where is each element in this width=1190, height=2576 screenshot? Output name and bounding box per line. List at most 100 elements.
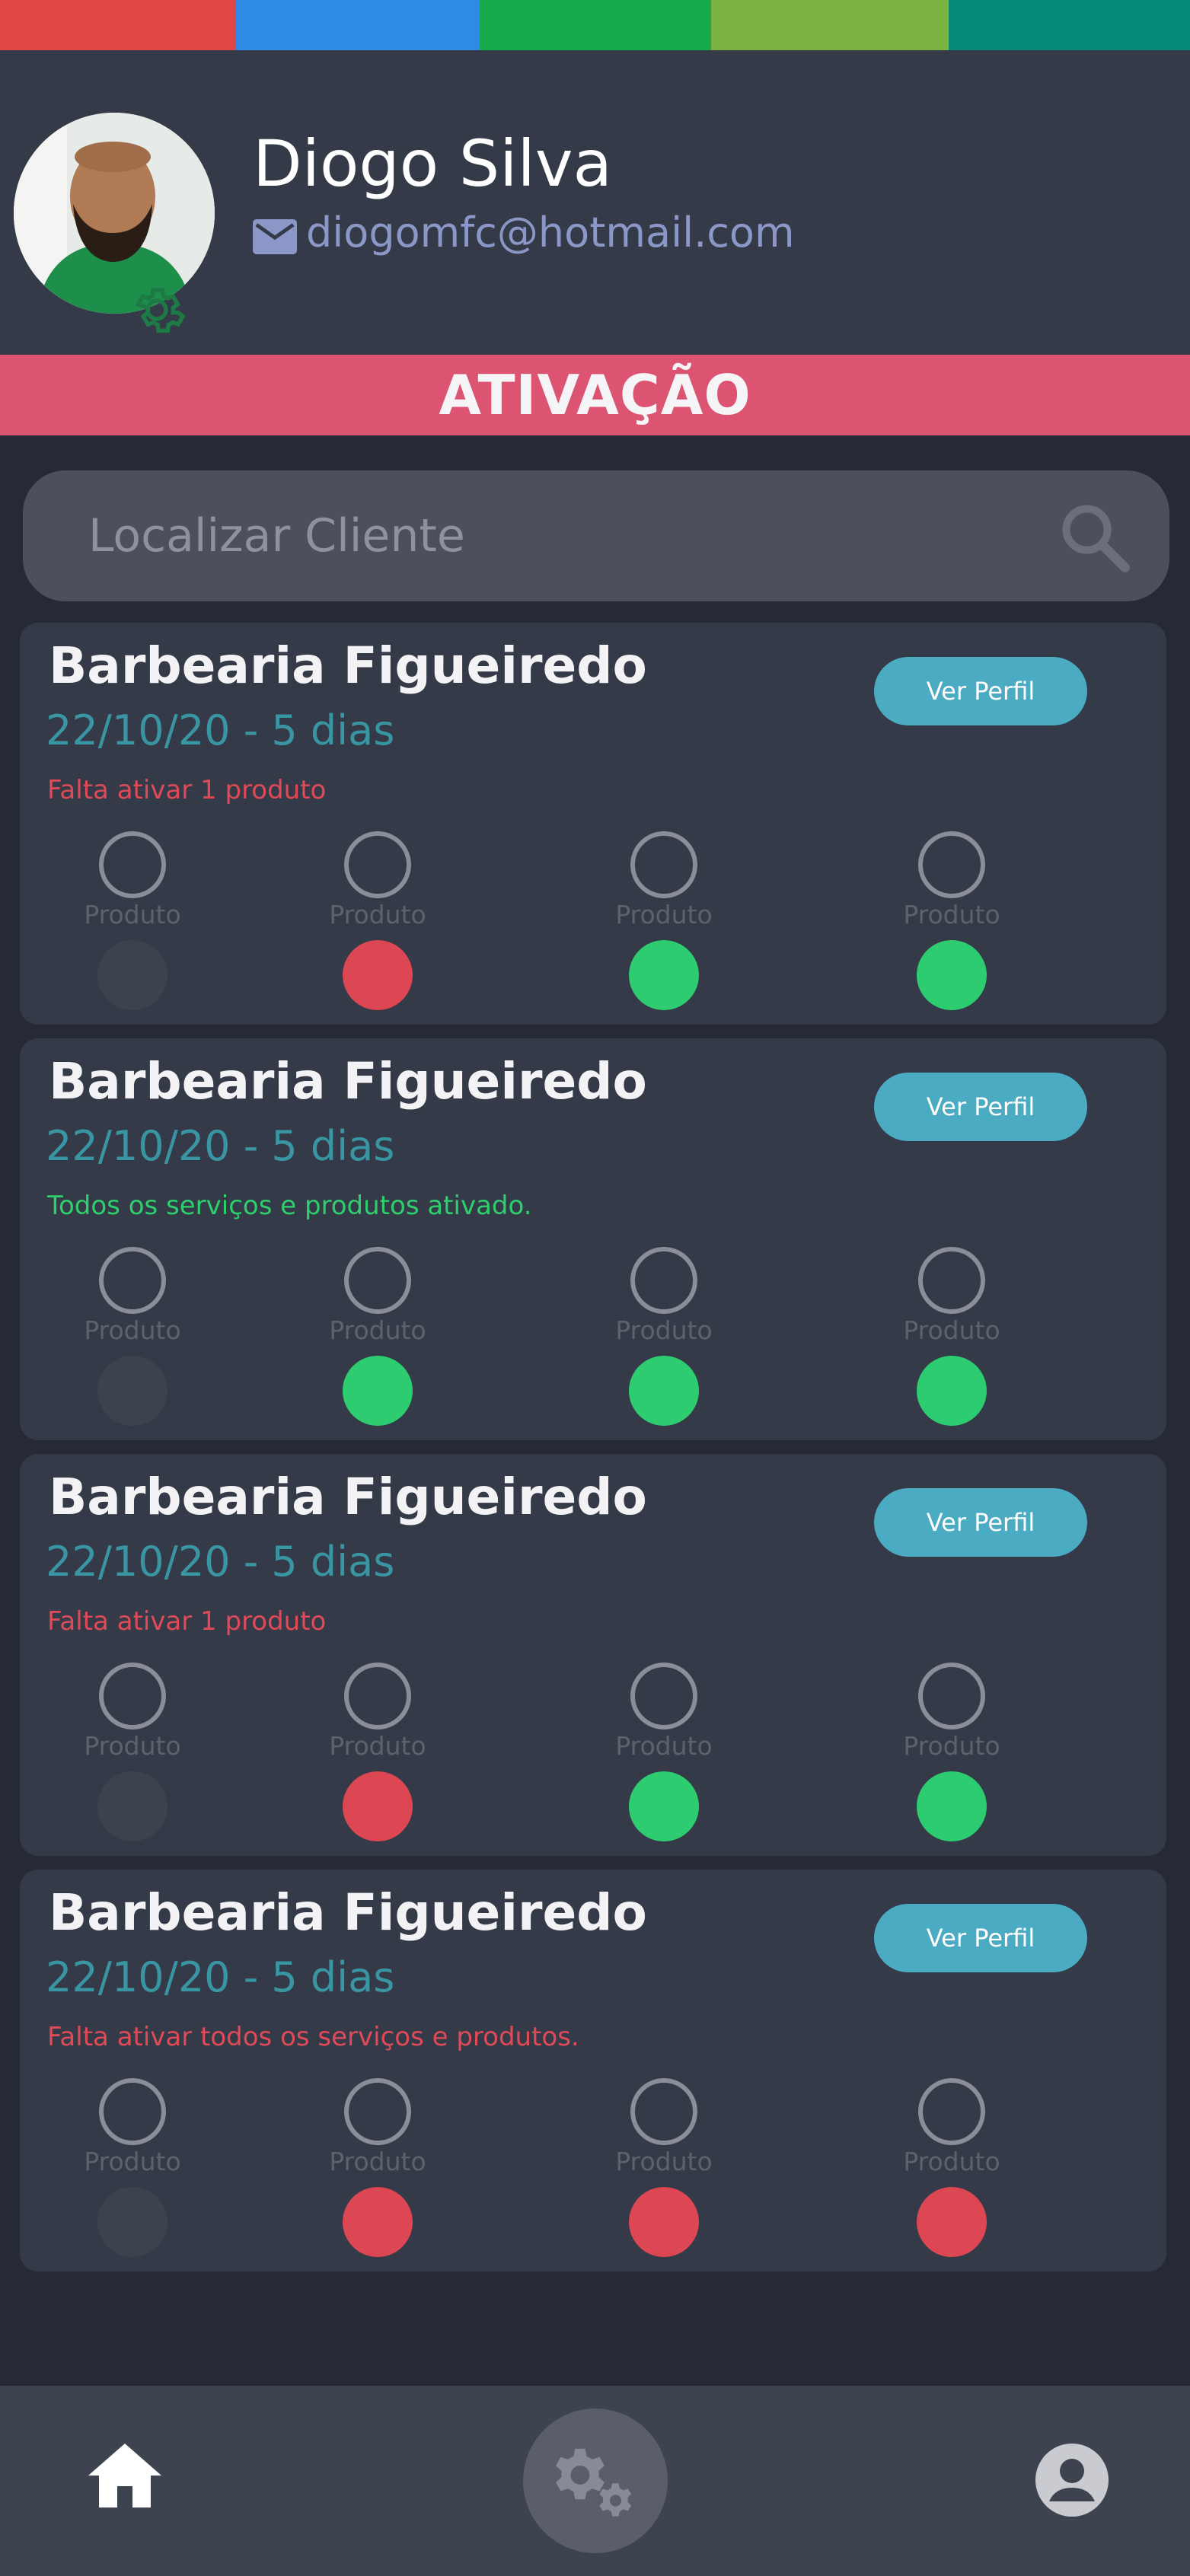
product-status-indicator: [629, 1356, 699, 1426]
product-label: Produto: [903, 1731, 1000, 1761]
product-logo-icon: [630, 2078, 697, 2145]
client-name: Barbearia Figueiredo: [49, 636, 647, 695]
client-card: Barbearia Figueiredo 22/10/20 - 5 dias Fal…: [20, 623, 1166, 1025]
activation-status: Falta ativar 1 produto: [47, 1606, 327, 1637]
product-status-indicator: [343, 940, 413, 1010]
product-logo-icon: [630, 831, 697, 898]
product-logo-icon: [918, 1247, 985, 1314]
product-logo-icon: [630, 1247, 697, 1314]
search-input[interactable]: [88, 505, 1002, 566]
product-item[interactable]: Produto: [79, 831, 186, 1014]
product-label: Produto: [615, 900, 713, 929]
client-name: Barbearia Figueiredo: [49, 1052, 647, 1111]
product-status-indicator: [97, 940, 167, 1010]
activation-status: Todos os serviços e produtos ativado.: [47, 1191, 532, 1221]
user-email: diogomfc@hotmail.com: [306, 209, 795, 257]
product-logo-icon: [630, 1663, 697, 1730]
product-label: Produto: [903, 1315, 1000, 1345]
settings-nav-button[interactable]: [523, 2409, 668, 2553]
product-logo-icon: [99, 1247, 166, 1314]
product-item[interactable]: Produto: [324, 2078, 431, 2261]
product-item[interactable]: Produto: [611, 831, 717, 1014]
product-label: Produto: [903, 2147, 1000, 2176]
product-label: Produto: [329, 900, 426, 929]
search-icon[interactable]: [1057, 499, 1133, 575]
product-label: Produto: [329, 2147, 426, 2176]
product-logo-icon: [99, 1663, 166, 1730]
strip-segment-lime: [711, 0, 949, 50]
gear-icon[interactable]: [126, 279, 188, 341]
product-logo-icon: [344, 1663, 411, 1730]
strip-segment-green: [480, 0, 711, 50]
product-label: Produto: [84, 1731, 181, 1761]
client-date: 22/10/20 - 5 dias: [46, 706, 395, 754]
bottom-nav: [0, 2386, 1190, 2576]
product-status-indicator: [917, 1771, 987, 1841]
product-item[interactable]: Produto: [611, 1663, 717, 1845]
product-label: Produto: [84, 2147, 181, 2176]
user-name: Diogo Silva: [253, 126, 613, 201]
product-label: Produto: [84, 900, 181, 929]
product-item[interactable]: Produto: [79, 2078, 186, 2261]
activation-status: Falta ativar todos os serviços e produto…: [47, 2022, 579, 2052]
section-title: ATIVAÇÃO: [439, 363, 751, 427]
product-label: Produto: [329, 1315, 426, 1345]
product-logo-icon: [918, 831, 985, 898]
product-label: Produto: [615, 1315, 713, 1345]
strip-segment-blue: [236, 0, 480, 50]
section-banner: ATIVAÇÃO: [0, 355, 1190, 435]
product-label: Produto: [615, 1731, 713, 1761]
product-item[interactable]: Produto: [611, 1247, 717, 1430]
product-label: Produto: [84, 1315, 181, 1345]
product-status-indicator: [97, 1356, 167, 1426]
product-status-indicator: [629, 1771, 699, 1841]
mail-icon: [253, 219, 297, 254]
view-profile-button[interactable]: Ver Perfil: [874, 1073, 1087, 1141]
client-name: Barbearia Figueiredo: [49, 1468, 647, 1526]
product-status-indicator: [629, 940, 699, 1010]
client-date: 22/10/20 - 5 dias: [46, 1122, 395, 1170]
view-profile-button[interactable]: Ver Perfil: [874, 657, 1087, 725]
product-logo-icon: [344, 1247, 411, 1314]
profile-header: Diogo Silva diogomfc@hotmail.com: [0, 50, 1190, 355]
product-status-indicator: [97, 2187, 167, 2257]
account-circle-icon[interactable]: [1035, 2444, 1109, 2517]
product-logo-icon: [99, 2078, 166, 2145]
product-label: Produto: [329, 1731, 426, 1761]
product-status-indicator: [97, 1771, 167, 1841]
product-item[interactable]: Produto: [79, 1663, 186, 1845]
product-item[interactable]: Produto: [324, 1663, 431, 1845]
product-label: Produto: [903, 900, 1000, 929]
search-bar: [23, 470, 1169, 601]
client-name: Barbearia Figueiredo: [49, 1883, 647, 1942]
product-status-indicator: [629, 2187, 699, 2257]
product-label: Produto: [615, 2147, 713, 2176]
view-profile-button[interactable]: Ver Perfil: [874, 1904, 1087, 1972]
activation-status: Falta ativar 1 produto: [47, 775, 327, 805]
gears-icon: [556, 2448, 632, 2517]
product-status-indicator: [343, 2187, 413, 2257]
product-status-indicator: [917, 2187, 987, 2257]
client-card: Barbearia Figueiredo 22/10/20 - 5 dias Fal…: [20, 1454, 1166, 1856]
strip-segment-teal: [949, 0, 1190, 50]
product-item[interactable]: Produto: [898, 1663, 1005, 1845]
product-item[interactable]: Produto: [324, 831, 431, 1014]
client-date: 22/10/20 - 5 dias: [46, 1538, 395, 1586]
home-icon[interactable]: [88, 2444, 161, 2507]
product-logo-icon: [918, 2078, 985, 2145]
product-item[interactable]: Produto: [898, 831, 1005, 1014]
view-profile-button[interactable]: Ver Perfil: [874, 1488, 1087, 1557]
product-logo-icon: [344, 2078, 411, 2145]
product-item[interactable]: Produto: [898, 1247, 1005, 1430]
product-item[interactable]: Produto: [611, 2078, 717, 2261]
product-item[interactable]: Produto: [79, 1247, 186, 1430]
client-card: Barbearia Figueiredo 22/10/20 - 5 dias Fal…: [20, 1870, 1166, 2272]
product-logo-icon: [99, 831, 166, 898]
product-item[interactable]: Produto: [898, 2078, 1005, 2261]
product-status-indicator: [343, 1771, 413, 1841]
product-status-indicator: [343, 1356, 413, 1426]
color-strip: [0, 0, 1190, 50]
product-item[interactable]: Produto: [324, 1247, 431, 1430]
app-screen: Diogo Silva diogomfc@hotmail.com ATIVAÇÃ…: [0, 0, 1190, 2576]
product-logo-icon: [344, 831, 411, 898]
